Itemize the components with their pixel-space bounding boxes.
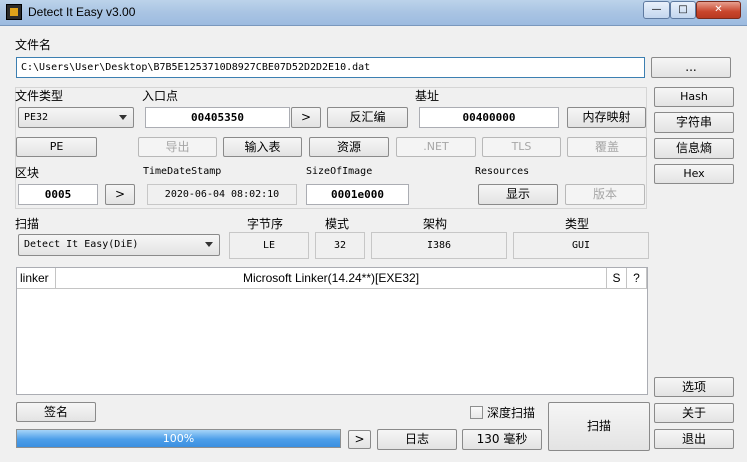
scan-results-list[interactable]: linker Microsoft Linker(14.24**)[EXE32] … xyxy=(16,267,648,395)
scan-button[interactable]: 扫描 xyxy=(548,402,650,451)
architecture-label: 架构 xyxy=(423,217,448,231)
file-type-select[interactable]: PE32 xyxy=(18,107,134,128)
endianness-label: 字节序 xyxy=(247,217,284,231)
type-label: 类型 xyxy=(565,217,590,231)
title-bar[interactable]: Detect It Easy v3.00 — □ ✕ xyxy=(0,0,747,26)
section-count-value[interactable]: 0005 xyxy=(18,184,98,205)
elapsed-time-display: 130 毫秒 xyxy=(462,429,542,450)
deep-scan-checkbox[interactable] xyxy=(470,406,483,419)
main-panel: 文件名 C:\Users\User\Desktop\B7B5E1253710D8… xyxy=(5,27,742,457)
mode-label: 模式 xyxy=(325,217,350,231)
progress-text: 100% xyxy=(162,432,195,445)
hex-button[interactable]: Hex xyxy=(654,164,734,184)
entry-point-value[interactable]: 00405350 xyxy=(145,107,290,128)
entry-point-label: 入口点 xyxy=(142,89,179,103)
about-button[interactable]: 关于 xyxy=(654,403,734,423)
base-address-value[interactable]: 00400000 xyxy=(419,107,559,128)
endianness-value: LE xyxy=(229,232,309,259)
file-name-label: 文件名 xyxy=(15,38,52,52)
window-title: Detect It Easy v3.00 xyxy=(28,5,136,19)
disassemble-button[interactable]: 反汇编 xyxy=(327,107,408,128)
file-type-value: PE32 xyxy=(24,112,49,123)
scan-engine-value: Detect It Easy(DiE) xyxy=(24,239,139,250)
size-of-image-label: SizeOfImage xyxy=(306,166,373,177)
resources-label: Resources xyxy=(475,166,530,177)
tls-button[interactable]: TLS xyxy=(482,137,561,157)
strings-button[interactable]: 字符串 xyxy=(654,112,734,133)
scan-engine-select[interactable]: Detect It Easy(DiE) xyxy=(18,234,220,256)
resources-button[interactable]: 资源 xyxy=(309,137,389,157)
result-type-cell: linker xyxy=(17,268,56,289)
minimize-button[interactable]: — xyxy=(643,1,670,19)
hash-button[interactable]: Hash xyxy=(654,87,734,107)
app-icon xyxy=(6,4,22,20)
result-name-cell: Microsoft Linker(14.24**)[EXE32] xyxy=(56,268,607,289)
import-button[interactable]: 输入表 xyxy=(223,137,302,157)
entry-point-go-button[interactable]: > xyxy=(291,107,321,128)
chevron-down-icon xyxy=(119,115,127,120)
maximize-button[interactable]: □ xyxy=(670,1,696,19)
overlay-button[interactable]: 覆盖 xyxy=(567,137,647,157)
size-of-image-value[interactable]: 0001e000 xyxy=(306,184,409,205)
browse-button[interactable]: ... xyxy=(651,57,731,78)
result-info-button[interactable]: ? xyxy=(627,268,647,289)
scan-progress-bar: 100% xyxy=(16,429,341,448)
options-button[interactable]: 选项 xyxy=(654,377,734,397)
exit-button[interactable]: 退出 xyxy=(654,429,734,449)
result-signature-button[interactable]: S xyxy=(607,268,627,289)
entropy-button[interactable]: 信息熵 xyxy=(654,138,734,159)
log-button[interactable]: 日志 xyxy=(377,429,457,450)
pe-button[interactable]: PE xyxy=(16,137,97,157)
memory-map-button[interactable]: 内存映射 xyxy=(567,107,646,128)
section-go-button[interactable]: > xyxy=(105,184,135,205)
export-button[interactable]: 导出 xyxy=(138,137,217,157)
signatures-button[interactable]: 签名 xyxy=(16,402,96,422)
type-value: GUI xyxy=(513,232,649,259)
dotnet-button[interactable]: .NET xyxy=(396,137,476,157)
resources-version-button[interactable]: 版本 xyxy=(565,184,645,205)
close-button[interactable]: ✕ xyxy=(696,1,741,19)
file-path-input[interactable]: C:\Users\User\Desktop\B7B5E1253710D8927C… xyxy=(16,57,645,78)
progress-go-button[interactable]: > xyxy=(348,430,371,449)
timestamp-label: TimeDateStamp xyxy=(143,166,222,177)
architecture-value: I386 xyxy=(371,232,507,259)
resources-show-button[interactable]: 显示 xyxy=(478,184,558,205)
scan-label: 扫描 xyxy=(15,217,40,231)
timestamp-value[interactable]: 2020-06-04 08:02:10 xyxy=(147,184,297,205)
file-type-label: 文件类型 xyxy=(15,89,64,103)
chevron-down-icon xyxy=(205,242,213,247)
list-item[interactable]: linker Microsoft Linker(14.24**)[EXE32] … xyxy=(17,268,647,289)
base-address-label: 基址 xyxy=(415,89,440,103)
section-label: 区块 xyxy=(15,166,40,180)
mode-value: 32 xyxy=(315,232,365,259)
deep-scan-label: 深度扫描 xyxy=(487,406,536,420)
